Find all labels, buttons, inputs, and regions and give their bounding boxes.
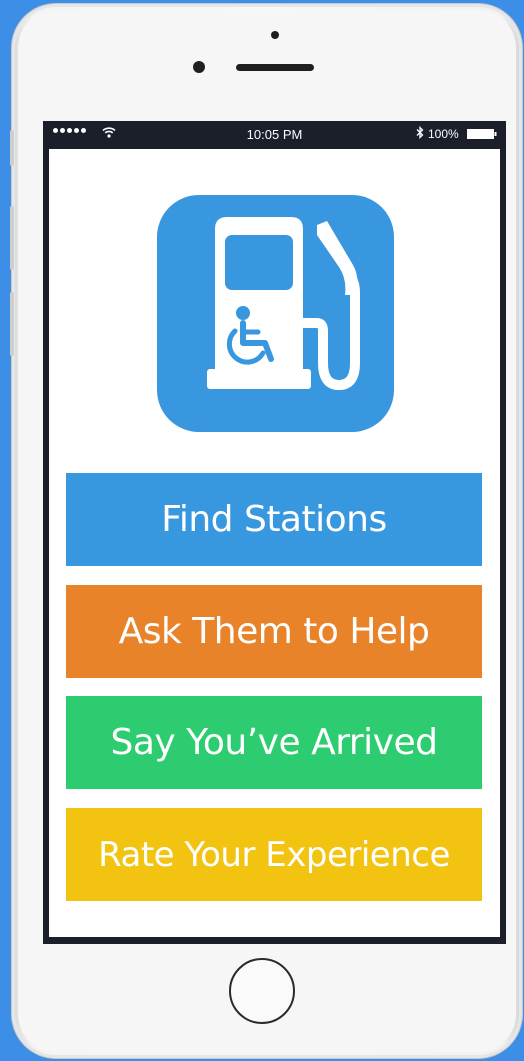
bluetooth-icon xyxy=(416,126,424,139)
status-bar: 10:05 PM 100% xyxy=(43,121,506,147)
accessible-fuel-pump-icon xyxy=(157,195,394,432)
say-youve-arrived-button[interactable]: Say You’ve Arrived xyxy=(66,696,482,789)
front-camera-icon xyxy=(193,61,205,73)
volume-down-button xyxy=(10,292,14,356)
ask-them-to-help-button[interactable]: Ask Them to Help xyxy=(66,585,482,678)
rate-your-experience-button[interactable]: Rate Your Experience xyxy=(66,808,482,901)
home-button[interactable] xyxy=(229,958,295,1024)
find-stations-button[interactable]: Find Stations xyxy=(66,473,482,566)
proximity-sensor xyxy=(271,31,279,39)
earpiece-speaker xyxy=(236,64,314,71)
app-content: Find Stations Ask Them to Help Say You’v… xyxy=(49,149,500,937)
battery-percentage: 100% xyxy=(428,127,459,141)
battery-icon xyxy=(467,129,497,139)
phone-screen: 10:05 PM 100% Find Stations Ask Them to … xyxy=(43,121,506,944)
volume-up-button xyxy=(10,206,14,270)
mute-switch xyxy=(10,130,14,166)
